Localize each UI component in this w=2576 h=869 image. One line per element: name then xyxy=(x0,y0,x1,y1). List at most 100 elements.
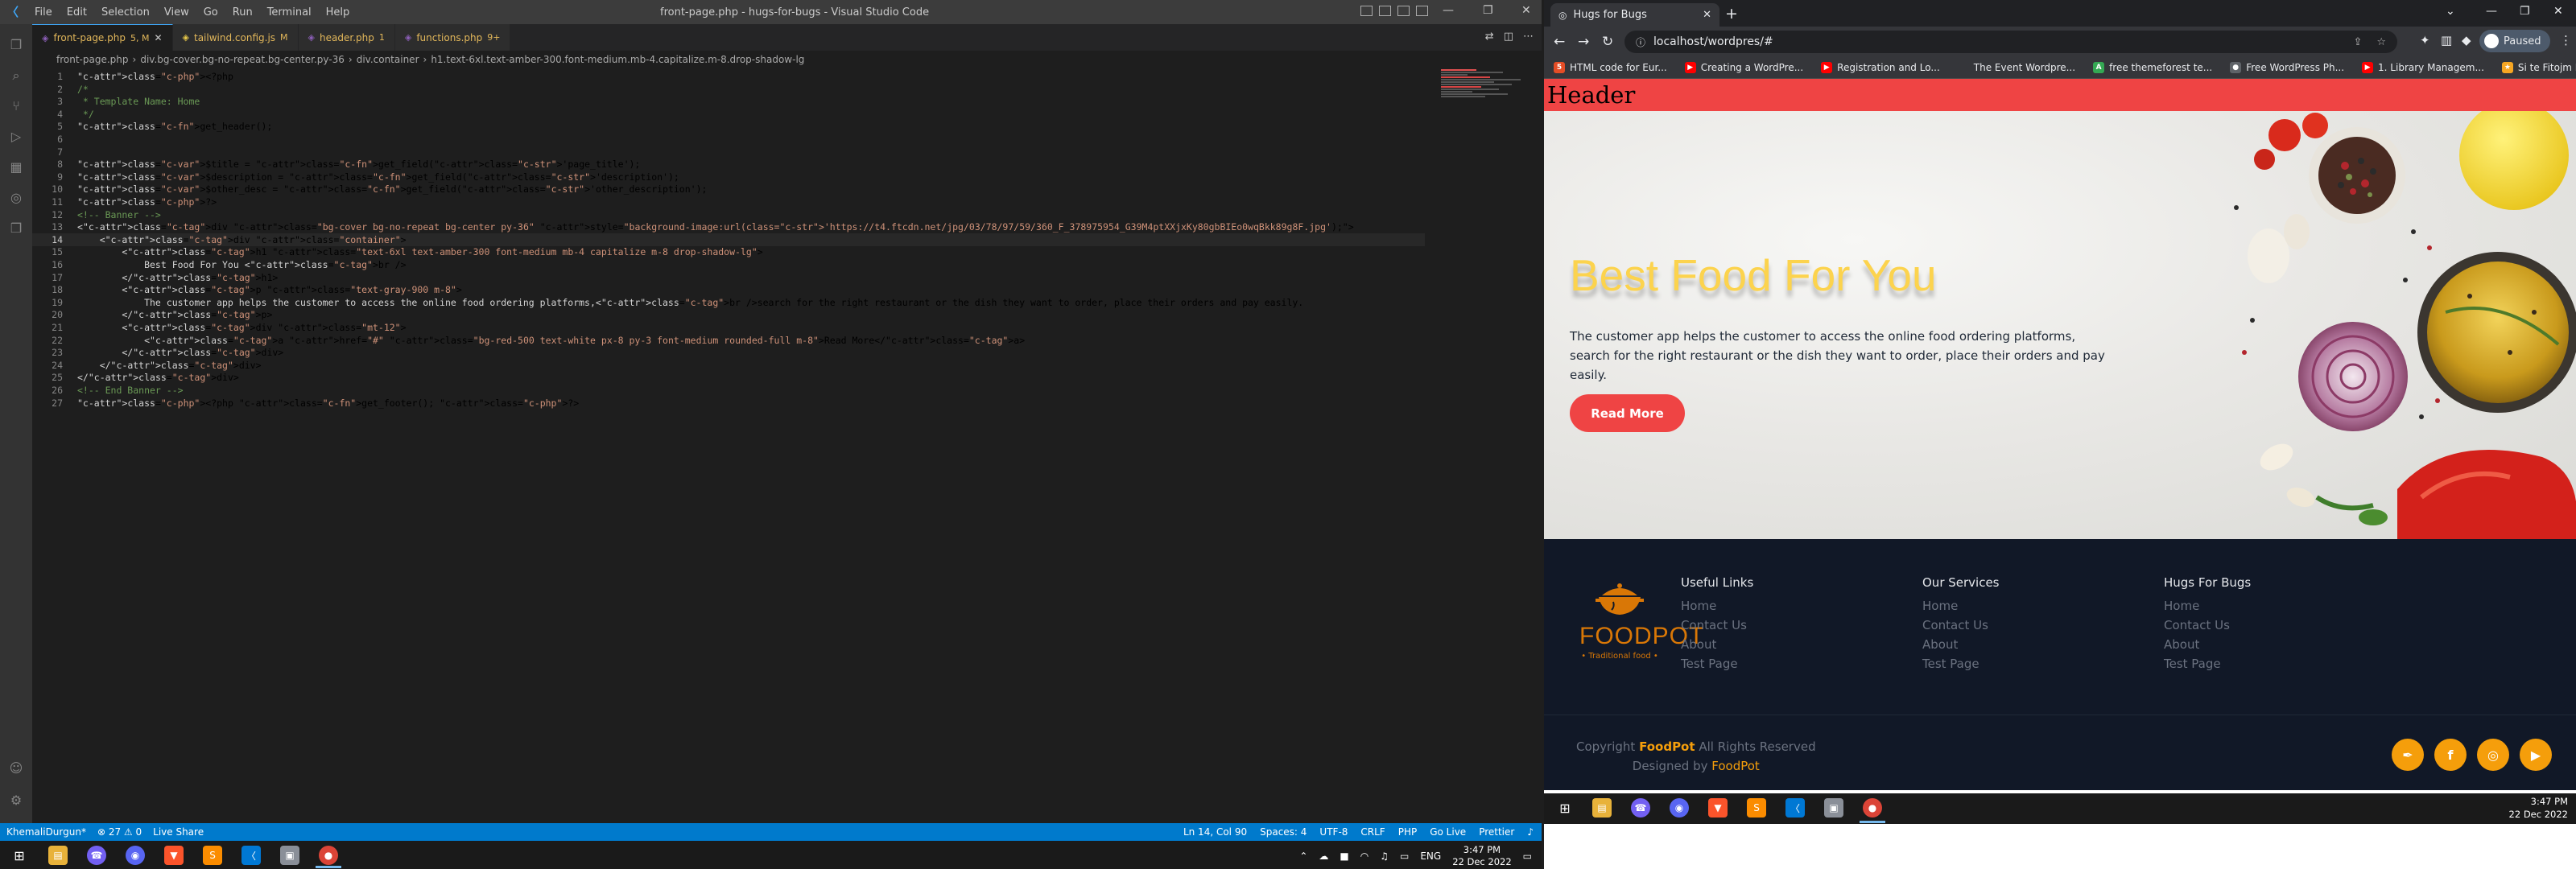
instagram-icon[interactable]: ◎ xyxy=(2477,739,2509,771)
code-line[interactable]: 7 xyxy=(32,146,1425,159)
code-line[interactable]: 6 xyxy=(32,133,1425,146)
kebab-menu-icon[interactable]: ⋮ xyxy=(2560,33,2572,47)
code-line[interactable]: 14 <"c-attr">class="c-tag">div "c-attr">… xyxy=(32,233,1425,246)
shield-icon[interactable]: ◆ xyxy=(2462,33,2471,47)
bookmark-item[interactable]: The Event Wordpre... xyxy=(1957,62,2075,73)
status-eol[interactable]: CRLF xyxy=(1360,826,1385,838)
code-line[interactable]: 19 The customer app helps the customer t… xyxy=(32,296,1425,309)
bookmark-item[interactable]: Afree themeforest te... xyxy=(2093,62,2212,73)
tab-tailwind-config[interactable]: ◈ tailwind.config.js M xyxy=(172,24,299,51)
breadcrumb-item[interactable]: front-page.php xyxy=(56,54,129,65)
language-indicator[interactable]: ENG xyxy=(1420,850,1441,862)
breadcrumb-item[interactable]: div.bg-cover.bg-no-repeat.bg-center.py-3… xyxy=(140,54,345,65)
close-icon[interactable]: ✕ xyxy=(1521,4,1531,17)
explorer-icon[interactable]: ❐ xyxy=(8,37,24,53)
forward-arrow-icon[interactable]: → xyxy=(1578,34,1589,50)
bookmark-item[interactable]: ▶ Creating a WordPre... xyxy=(1684,62,1803,73)
code-line[interactable]: 17 </"c-attr">class="c-tag">h1> xyxy=(32,271,1425,284)
sublime-icon[interactable]: S xyxy=(1747,798,1766,818)
cloud-icon[interactable]: ☁ xyxy=(1319,850,1328,862)
footer-link-contact[interactable]: Contact Us xyxy=(1681,616,1753,635)
chrome-taskbar-icon[interactable]: ● xyxy=(319,846,338,865)
status-language[interactable]: PHP xyxy=(1398,826,1418,838)
minimap[interactable] xyxy=(1441,68,1530,125)
volume-icon[interactable]: ♫ xyxy=(1380,850,1389,862)
footer-link-test-page[interactable]: Test Page xyxy=(2164,654,2251,673)
code-line[interactable]: 9 "c-attr">class="c-var">$description = "… xyxy=(32,171,1425,183)
menu-selection[interactable]: Selection xyxy=(94,6,157,19)
footer-link-about[interactable]: About xyxy=(2164,635,2251,654)
code-line[interactable]: 5 "c-attr">class="c-fn">get_header(); xyxy=(32,120,1425,133)
designed-brand[interactable]: FoodPot xyxy=(1711,759,1760,773)
twitter-icon[interactable]: ✒ xyxy=(2392,739,2424,771)
bookmark-item[interactable]: ▶ 1. Library Managem... xyxy=(2362,62,2484,73)
docker-icon[interactable]: ❒ xyxy=(8,220,24,237)
extensions-puzzle-icon[interactable]: ✦ xyxy=(2420,33,2430,47)
tab-close-icon[interactable]: ✕ xyxy=(154,32,162,43)
status-live-share[interactable]: Live Share xyxy=(153,826,204,838)
footer-link-home[interactable]: Home xyxy=(1922,596,2000,616)
menu-go[interactable]: Go xyxy=(196,6,225,19)
run-debug-icon[interactable]: ▷ xyxy=(8,129,24,145)
code-line[interactable]: 16 Best Food For You <"c-attr">class="c-… xyxy=(32,258,1425,271)
footer-link-contact[interactable]: Contact Us xyxy=(1922,616,2000,635)
more-actions-icon[interactable]: ⋯ xyxy=(1523,31,1534,43)
side-panel-icon[interactable]: ▥ xyxy=(2441,33,2452,47)
bookmark-item[interactable]: ★ Si te Fitojm Para... xyxy=(2501,62,2576,73)
reload-icon[interactable]: ↻ xyxy=(1602,34,1613,50)
footer-link-about[interactable]: About xyxy=(1922,635,2000,654)
footer-link-about[interactable]: About xyxy=(1681,635,1753,654)
status-prettier[interactable]: Prettier xyxy=(1479,826,1514,838)
file-explorer-icon[interactable]: ▤ xyxy=(1592,798,1612,818)
taskbar-clock[interactable]: 3:47 PM 22 Dec 2022 xyxy=(2509,795,2568,821)
back-arrow-icon[interactable]: ← xyxy=(1554,34,1565,50)
minimize-icon[interactable]: — xyxy=(2486,5,2497,18)
code-editor[interactable]: 1 "c-attr">class="c-php"><?php 2/* 3 * Temp… xyxy=(32,68,1429,823)
app-taskbar-icon[interactable]: ▣ xyxy=(280,846,299,865)
search-icon[interactable]: ⌕ xyxy=(8,68,24,84)
code-line[interactable]: 8 "c-attr">class="c-var">$title = "c-attr… xyxy=(32,158,1425,171)
menu-run[interactable]: Run xyxy=(225,6,260,19)
code-line[interactable]: 12 <!-- Banner --> xyxy=(32,208,1425,221)
address-bar[interactable]: ⓘ localhost/wordpres/# ⇪ ☆ xyxy=(1624,31,2397,53)
tab-search-icon[interactable]: ⌄ xyxy=(2446,5,2455,18)
taskbar-clock[interactable]: 3:47 PM 22 Dec 2022 xyxy=(1452,844,1511,868)
viber-icon[interactable]: ☎ xyxy=(1631,798,1650,818)
minimize-icon[interactable]: — xyxy=(1443,4,1454,17)
vscode-taskbar-icon[interactable]: 〈 xyxy=(242,846,261,865)
customize-layout-icon[interactable] xyxy=(1416,6,1428,16)
menu-terminal[interactable]: Terminal xyxy=(260,6,319,19)
code-line[interactable]: 24 </"c-attr">class="c-tag">div> xyxy=(32,359,1425,372)
info-icon[interactable]: ⓘ xyxy=(1636,35,1645,49)
menu-view[interactable]: View xyxy=(157,6,196,19)
network-icon[interactable]: ■ xyxy=(1340,850,1348,862)
toggle-secondary-icon[interactable] xyxy=(1397,6,1410,16)
tab-close-icon[interactable]: ✕ xyxy=(1703,9,1711,21)
status-cursor-position[interactable]: Ln 14, Col 90 xyxy=(1183,826,1247,838)
tab-functions[interactable]: ◈ functions.php 9+ xyxy=(394,24,511,51)
footer-logo[interactable]: FOODPOT • Traditional food • xyxy=(1579,579,1703,661)
brave-icon[interactable]: ▼ xyxy=(164,846,184,865)
bookmark-item[interactable]: 5 HTML code for Eur... xyxy=(1554,62,1667,73)
browser-tab[interactable]: ◎ Hugs for Bugs ✕ xyxy=(1550,3,1719,27)
extensions-icon[interactable]: ▦ xyxy=(8,159,24,175)
code-line[interactable]: 13 <"c-attr">class="c-tag">div "c-attr">c… xyxy=(32,220,1425,233)
code-line[interactable]: 11 "c-attr">class="c-php">?> xyxy=(32,196,1425,208)
tray-chevron-icon[interactable]: ⌃ xyxy=(1299,850,1307,862)
code-line[interactable]: 1 "c-attr">class="c-php"><?php xyxy=(32,70,1425,83)
notifications-icon[interactable]: ♪ xyxy=(1527,826,1534,838)
toggle-panel-icon[interactable] xyxy=(1379,6,1391,16)
file-explorer-icon[interactable]: ▤ xyxy=(48,846,68,865)
split-editor-icon[interactable]: ◫ xyxy=(1504,31,1513,43)
tab-header[interactable]: ◈ header.php 1 xyxy=(298,24,395,51)
tab-front-page[interactable]: ◈ front-page.php 5, M ✕ xyxy=(32,24,173,51)
discord-icon[interactable]: ◉ xyxy=(1670,798,1689,818)
code-line[interactable]: 4 */ xyxy=(32,108,1425,121)
code-line[interactable]: 27 "c-attr">class="c-php"><?php "c-attr">… xyxy=(32,397,1425,410)
code-line[interactable]: 25 </"c-attr">class="c-tag">div> xyxy=(32,371,1425,384)
bookmark-item[interactable]: ● Free WordPress Ph... xyxy=(2230,62,2344,73)
code-line[interactable]: 2 /* xyxy=(32,83,1425,96)
youtube-icon[interactable]: ▶ xyxy=(2520,739,2552,771)
code-line[interactable]: 23 </"c-attr">class="c-tag">div> xyxy=(32,346,1425,359)
app-taskbar-icon[interactable]: ▣ xyxy=(1824,798,1843,818)
